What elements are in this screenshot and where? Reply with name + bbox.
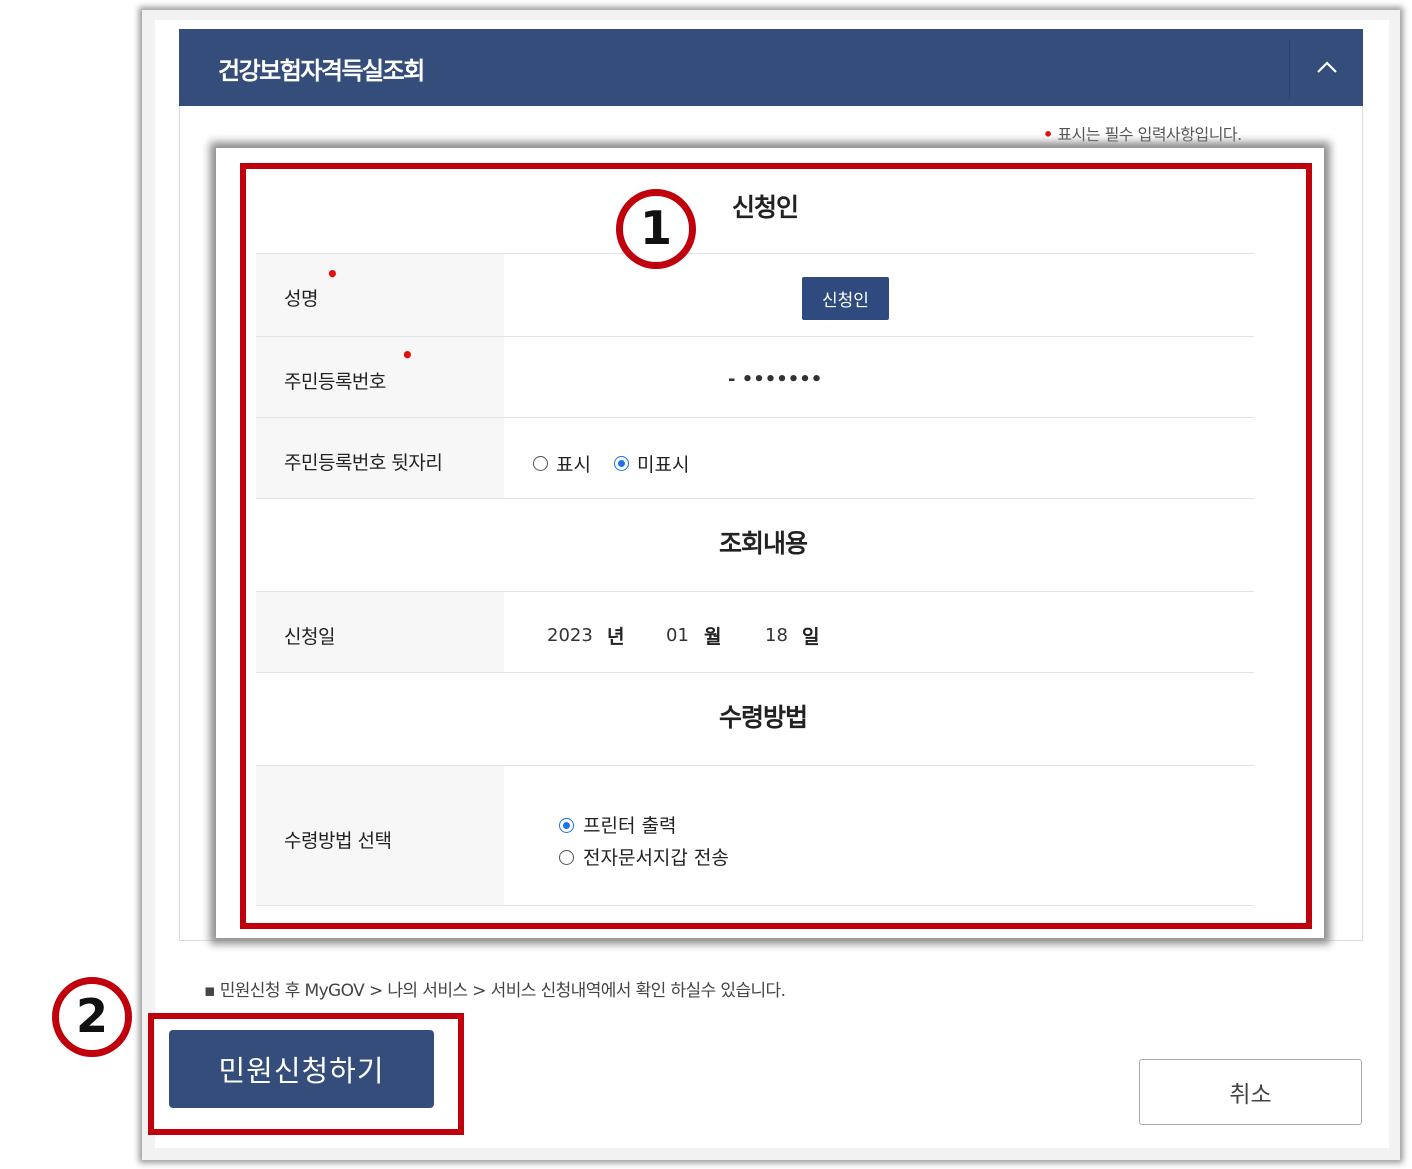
chevron-up-icon: [1317, 61, 1337, 73]
required-note: • 표시는 필수 입력사항입니다.: [1043, 121, 1242, 145]
required-note-text: 표시는 필수 입력사항입니다.: [1057, 125, 1242, 144]
required-marker: •: [1043, 125, 1053, 144]
highlight-box-form: [240, 163, 1312, 929]
step-badge-1: 1: [616, 189, 696, 269]
step-badge-2: 2: [52, 977, 132, 1057]
cancel-button[interactable]: 취소: [1139, 1059, 1362, 1125]
section-header: 건강보험자격득실조회: [179, 29, 1363, 106]
collapse-button[interactable]: [1291, 29, 1363, 106]
header-divider: [1289, 39, 1290, 99]
notice-text: ▪ 민원신청 후 MyGOV > 나의 서비스 > 서비스 신청내역에서 확인 …: [204, 981, 786, 1001]
page-title: 건강보험자격득실조회: [218, 57, 425, 85]
submit-button[interactable]: 민원신청하기: [169, 1030, 434, 1108]
